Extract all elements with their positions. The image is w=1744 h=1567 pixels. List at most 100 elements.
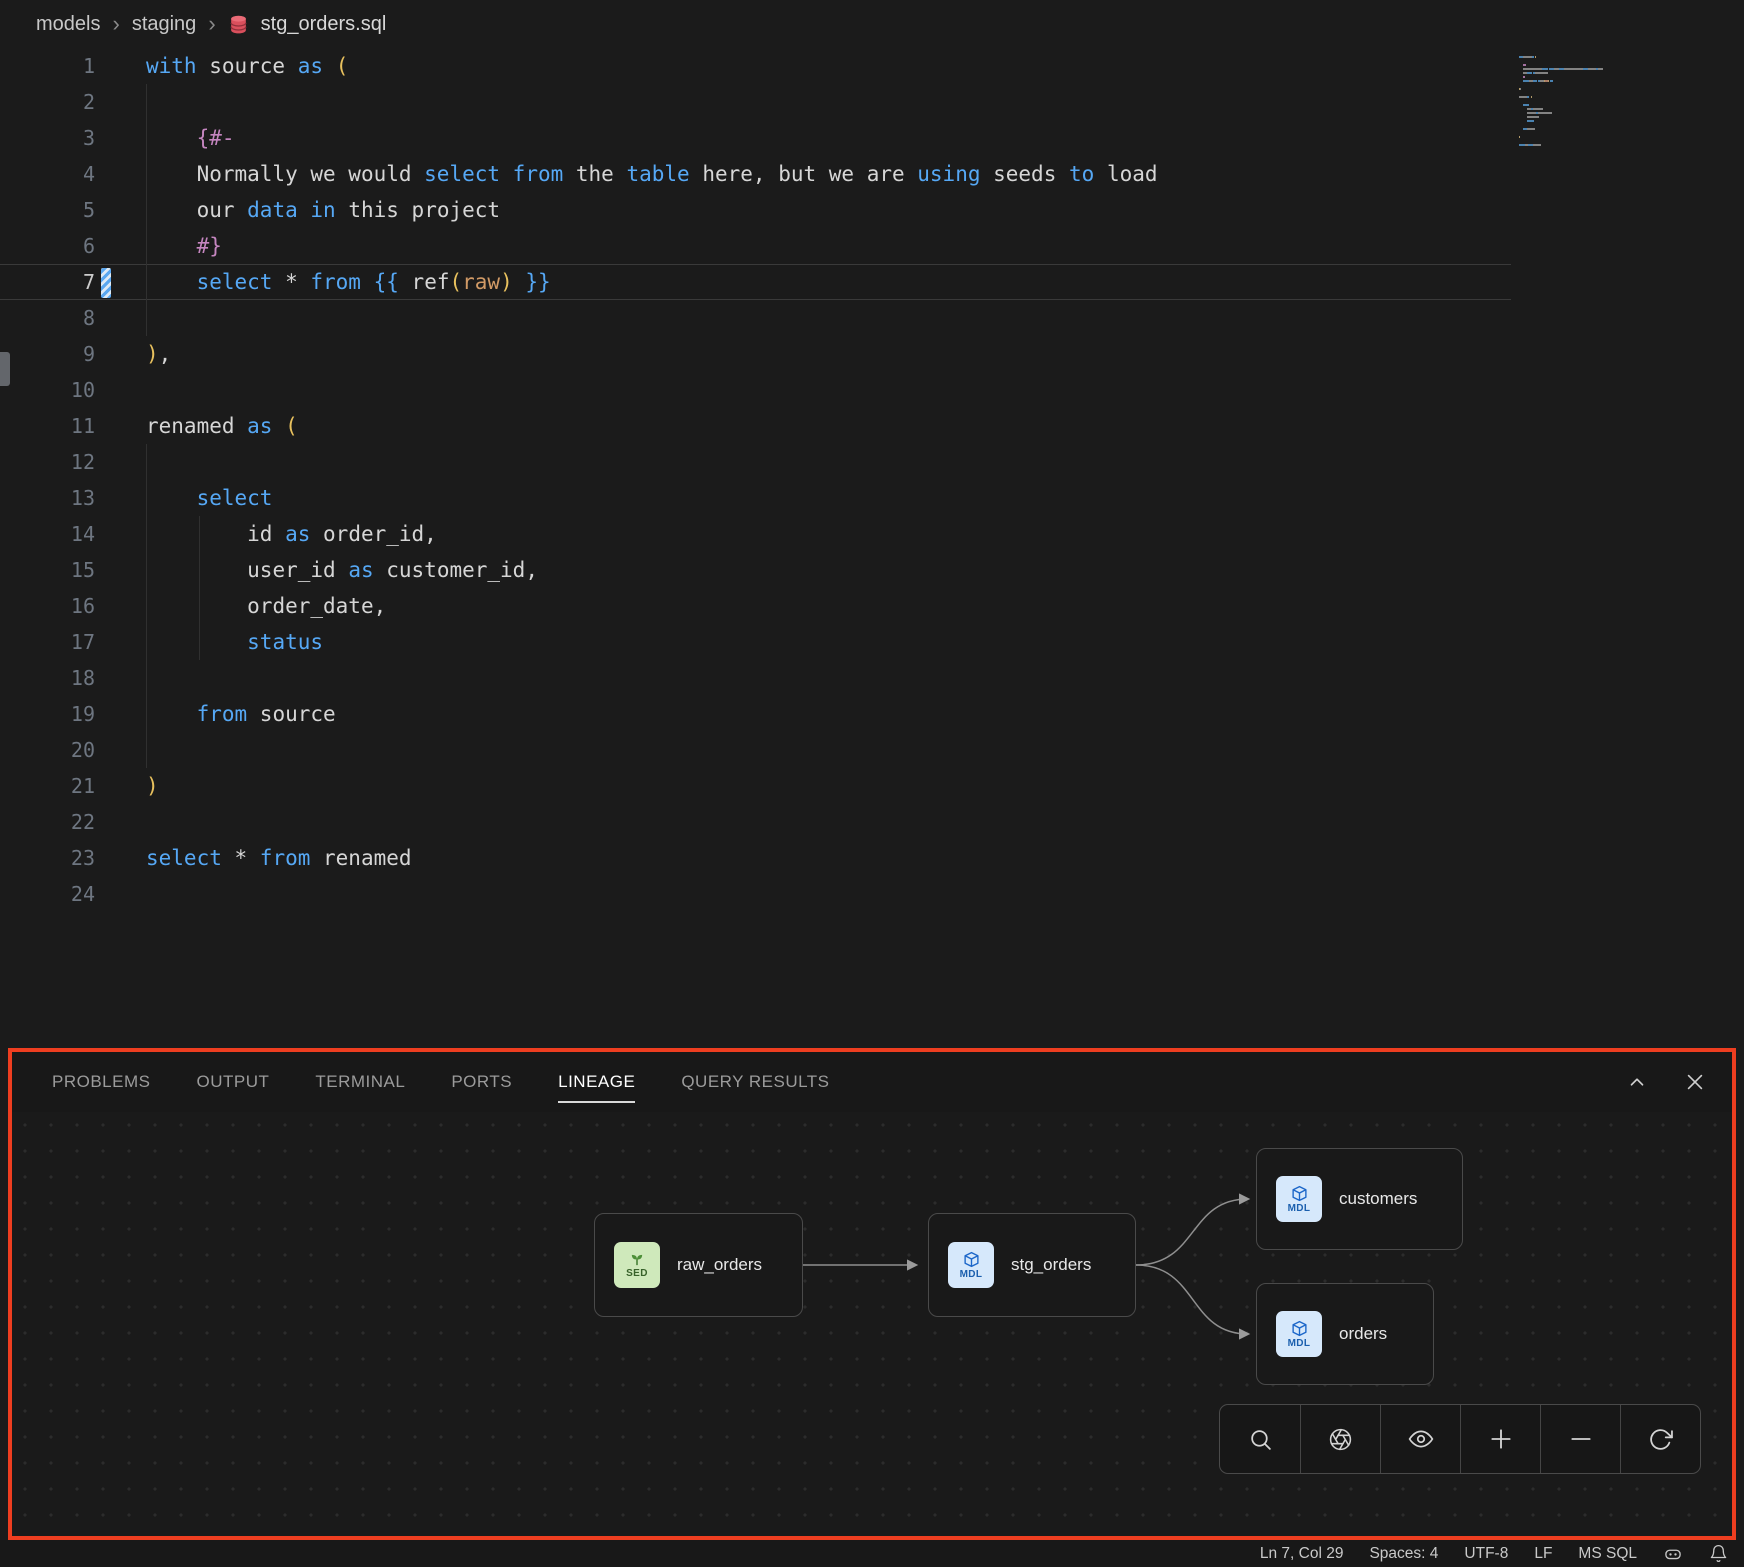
status-utf-8[interactable]: UTF-8 xyxy=(1464,1545,1508,1563)
panel-tab-output[interactable]: OUTPUT xyxy=(196,1052,269,1112)
panel-tab-problems[interactable]: PROBLEMS xyxy=(52,1052,150,1112)
status-spaces-4[interactable]: Spaces: 4 xyxy=(1369,1545,1438,1563)
code-line-20[interactable]: 20 xyxy=(0,732,1511,768)
code-line-18[interactable]: 18 xyxy=(0,660,1511,696)
database-icon xyxy=(228,14,249,35)
copilot-icon[interactable] xyxy=(1663,1544,1683,1564)
code-line-22[interactable]: 22 xyxy=(0,804,1511,840)
node-label: customers xyxy=(1339,1189,1417,1209)
code-line-23[interactable]: 23 select * from renamed xyxy=(0,840,1511,876)
lineage-node-customers[interactable]: MDL customers xyxy=(1256,1148,1463,1250)
code-line-7[interactable]: 7 select * from {{ ref(raw) }} xyxy=(0,264,1511,300)
code-lines: 1with source as (23 {#-4 Normally we wou… xyxy=(0,48,1744,912)
code-line-19[interactable]: 19 from source xyxy=(0,696,1511,732)
code-text: Normally we would select from the table … xyxy=(146,156,1158,192)
line-number[interactable]: 2 xyxy=(0,84,95,120)
code-line-21[interactable]: 21) xyxy=(0,768,1511,804)
bell-icon[interactable] xyxy=(1709,1544,1728,1563)
panel-tab-query-results[interactable]: QUERY RESULTS xyxy=(681,1052,829,1112)
line-number[interactable]: 21 xyxy=(0,768,95,804)
line-number[interactable]: 16 xyxy=(0,588,95,624)
line-number[interactable]: 11 xyxy=(0,408,95,444)
code-line-24[interactable]: 24 xyxy=(0,876,1511,912)
code-line-11[interactable]: 11renamed as ( xyxy=(0,408,1511,444)
chevron-right-icon: › xyxy=(208,11,215,37)
code-line-8[interactable]: 8 xyxy=(0,300,1511,336)
breadcrumb-staging[interactable]: staging xyxy=(132,13,197,36)
code-line-14[interactable]: 14 id as order_id, xyxy=(0,516,1511,552)
line-number[interactable]: 20 xyxy=(0,732,95,768)
code-line-1[interactable]: 1with source as ( xyxy=(0,48,1511,84)
code-line-16[interactable]: 16 order_date, xyxy=(0,588,1511,624)
panel-tab-lineage[interactable]: LINEAGE xyxy=(558,1052,635,1112)
code-line-13[interactable]: 13 select xyxy=(0,480,1511,516)
code-editor[interactable]: 1with source as (23 {#-4 Normally we wou… xyxy=(0,48,1744,1048)
code-text: user_id as customer_id, xyxy=(146,552,538,588)
line-number[interactable]: 7 xyxy=(0,264,95,300)
status-items: Ln 7, Col 29 Spaces: 4 UTF-8 LF MS SQL xyxy=(1260,1545,1637,1563)
line-number[interactable]: 17 xyxy=(0,624,95,660)
line-number[interactable]: 1 xyxy=(0,48,95,84)
refresh-icon[interactable] xyxy=(1620,1405,1700,1473)
code-line-3[interactable]: 3 {#- xyxy=(0,120,1511,156)
line-number[interactable]: 3 xyxy=(0,120,95,156)
code-line-4[interactable]: 4 Normally we would select from the tabl… xyxy=(0,156,1511,192)
line-number[interactable]: 5 xyxy=(0,192,95,228)
aperture-icon[interactable] xyxy=(1300,1405,1380,1473)
bottom-panel: PROBLEMS OUTPUT TERMINAL PORTS LINEAGE QUERY … xyxy=(8,1048,1736,1540)
model-icon: MDL xyxy=(1276,1176,1322,1222)
code-line-6[interactable]: 6 #} xyxy=(0,228,1511,264)
lineage-canvas[interactable]: SEDraw_ordersMDLstg_ordersMDLcustomersMD… xyxy=(12,1112,1732,1536)
indent-guide xyxy=(146,444,147,768)
code-line-9[interactable]: 9), xyxy=(0,336,1511,372)
breadcrumb-file[interactable]: stg_orders.sql xyxy=(261,13,387,36)
model-icon: MDL xyxy=(1276,1311,1322,1357)
lineage-toolbar xyxy=(1219,1404,1701,1474)
code-text: #} xyxy=(146,228,222,264)
zoom-in-icon[interactable] xyxy=(1460,1405,1540,1473)
line-number[interactable]: 13 xyxy=(0,480,95,516)
close-icon[interactable] xyxy=(1684,1071,1706,1093)
code-line-5[interactable]: 5 our data in this project xyxy=(0,192,1511,228)
line-number[interactable]: 8 xyxy=(0,300,95,336)
code-line-10[interactable]: 10 xyxy=(0,372,1511,408)
code-text: {#- xyxy=(146,120,235,156)
breadcrumb-models[interactable]: models xyxy=(36,13,100,36)
code-line-2[interactable]: 2 xyxy=(0,84,1511,120)
eye-icon[interactable] xyxy=(1380,1405,1460,1473)
status-ms-sql[interactable]: MS SQL xyxy=(1578,1545,1637,1563)
line-number[interactable]: 23 xyxy=(0,840,95,876)
line-number[interactable]: 14 xyxy=(0,516,95,552)
panel-tab-terminal[interactable]: TERMINAL xyxy=(315,1052,405,1112)
minimap[interactable] xyxy=(1517,52,1701,156)
zoom-out-icon[interactable] xyxy=(1540,1405,1620,1473)
lineage-node-raw_orders[interactable]: SEDraw_orders xyxy=(594,1213,803,1317)
code-line-12[interactable]: 12 xyxy=(0,444,1511,480)
line-number[interactable]: 15 xyxy=(0,552,95,588)
code-line-17[interactable]: 17 status xyxy=(0,624,1511,660)
panel-tab-bar: PROBLEMS OUTPUT TERMINAL PORTS LINEAGE QUERY … xyxy=(12,1052,1732,1112)
line-number[interactable]: 4 xyxy=(0,156,95,192)
line-number[interactable]: 12 xyxy=(0,444,95,480)
node-label: raw_orders xyxy=(677,1255,762,1275)
line-number[interactable]: 6 xyxy=(0,228,95,264)
line-number[interactable]: 22 xyxy=(0,804,95,840)
status-lf[interactable]: LF xyxy=(1534,1545,1552,1563)
line-number[interactable]: 19 xyxy=(0,696,95,732)
chevron-up-icon[interactable] xyxy=(1626,1071,1648,1093)
code-text: select * from renamed xyxy=(146,840,412,876)
lineage-node-orders[interactable]: MDL orders xyxy=(1256,1283,1434,1385)
panel-tab-ports[interactable]: PORTS xyxy=(451,1052,512,1112)
line-number[interactable]: 9 xyxy=(0,336,95,372)
node-badge: MDL xyxy=(1288,1203,1311,1214)
code-text: from source xyxy=(146,696,336,732)
node-badge: MDL xyxy=(1288,1338,1311,1349)
line-number[interactable]: 10 xyxy=(0,372,95,408)
line-number[interactable]: 18 xyxy=(0,660,95,696)
code-line-15[interactable]: 15 user_id as customer_id, xyxy=(0,552,1511,588)
line-number[interactable]: 24 xyxy=(0,876,95,912)
node-label: orders xyxy=(1339,1324,1387,1344)
search-icon[interactable] xyxy=(1220,1405,1300,1473)
status-ln-7-col-29[interactable]: Ln 7, Col 29 xyxy=(1260,1545,1344,1563)
lineage-node-stg_orders[interactable]: MDLstg_orders xyxy=(928,1213,1136,1317)
